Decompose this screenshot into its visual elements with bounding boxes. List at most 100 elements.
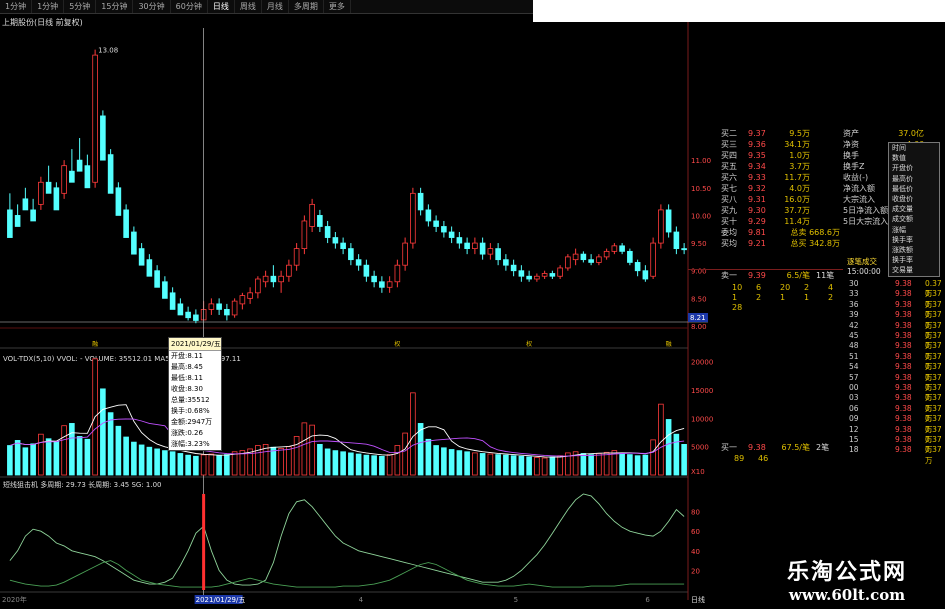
volume-bar <box>38 433 44 476</box>
candle <box>38 181 44 205</box>
tick-time: 03 <box>849 393 859 403</box>
candle <box>371 275 377 283</box>
context-menu-item[interactable]: 涨跌额 <box>889 245 939 255</box>
tick-price: 9.38 <box>895 320 912 330</box>
tick-price: 9.38 <box>895 351 912 361</box>
volume-bar <box>76 436 83 476</box>
tick-row: 51 9.38 0.37万 <box>845 351 945 371</box>
tick-price: 9.38 <box>895 383 912 392</box>
event-marker: 融 <box>666 340 672 348</box>
tooltip-row: 最高:8.45 <box>171 363 203 371</box>
indicator-axis-label: 40 <box>691 548 700 556</box>
candle <box>549 273 556 277</box>
context-menu-item[interactable]: 最高价 <box>889 174 939 184</box>
candle <box>76 159 83 172</box>
candle <box>456 237 463 244</box>
candle <box>503 259 509 266</box>
tooltip-row: 涨跌:0.26 <box>171 429 203 437</box>
tick-time: 30 <box>849 279 859 288</box>
candle <box>301 220 308 250</box>
tick-price: 9.38 <box>895 414 912 424</box>
candle <box>30 209 36 222</box>
volume-bar <box>448 449 455 476</box>
volume-bar <box>410 392 416 476</box>
sell1-price: 9.39 <box>748 271 766 280</box>
volume-bar <box>208 453 215 476</box>
candle <box>634 262 641 272</box>
metric-label: 净资 <box>843 140 859 149</box>
tick-time: 09 <box>849 414 859 424</box>
buy1-row: 买一 9.38 67.5/笔 2笔 <box>688 442 843 453</box>
candle <box>208 303 215 310</box>
volume-bar <box>348 452 354 476</box>
tick-row: 15 9.38 0.37万 <box>845 435 945 454</box>
context-menu-item[interactable]: 成交额 <box>889 214 939 224</box>
metric-row: 资产 37.0亿 <box>688 128 945 139</box>
candle <box>658 209 664 244</box>
candle <box>185 311 191 319</box>
volume-bar <box>619 452 625 476</box>
volume-bar <box>681 443 687 476</box>
volume-bar <box>107 412 114 476</box>
candle <box>115 187 122 216</box>
tick-row: 45 9.38 0.37万 <box>845 331 945 350</box>
sell1-count: 11笔 <box>816 271 835 280</box>
candle <box>278 275 284 283</box>
candle <box>255 278 261 294</box>
indicator-line-a <box>9 493 685 586</box>
context-menu[interactable]: 时间 数值 开盘价 最高价 最低价 收盘价 成交量 成交额 涨幅 换手率 涨跌额 换手率 交易量 <box>888 142 940 277</box>
volume-bar <box>425 438 432 476</box>
indicator-axis-label: 20 <box>691 567 700 575</box>
tick-time: 54 <box>849 362 859 372</box>
candle <box>565 256 571 269</box>
candle <box>45 181 52 194</box>
tooltip-row: 开盘:8.11 <box>171 352 203 360</box>
candle <box>627 250 633 263</box>
tick-price: 9.38 <box>895 445 912 455</box>
tick-row: 57 9.38 0.37万 <box>845 373 945 392</box>
context-menu-item[interactable]: 开盘价 <box>889 163 939 173</box>
indicator-line-b <box>9 560 685 588</box>
volume-bar <box>650 439 656 476</box>
watermark-url: www.60lt.com <box>788 586 906 604</box>
event-marker: 权 <box>526 340 532 348</box>
candle <box>425 209 432 222</box>
tick-price: 9.38 <box>895 279 912 288</box>
context-menu-item[interactable]: 时间 <box>889 143 939 153</box>
context-menu-item[interactable]: 收盘价 <box>889 194 939 204</box>
volume-bar <box>355 453 362 476</box>
sell1-volume: 6.5/笔 <box>786 271 810 280</box>
volume-bar <box>503 454 509 476</box>
candle <box>270 275 277 283</box>
context-menu-item[interactable]: 换手率 <box>889 235 939 245</box>
context-menu-item[interactable]: 数值 <box>889 153 939 163</box>
candle <box>169 292 176 310</box>
metric-label: 换手 <box>843 151 859 160</box>
candle <box>146 259 153 277</box>
context-menu-item[interactable]: 涨幅 <box>889 225 939 235</box>
volume-bar <box>193 455 199 476</box>
volume-bar <box>464 451 470 476</box>
context-menu-item[interactable]: 最低价 <box>889 184 939 194</box>
order-volume: 总买 342.8万 <box>790 239 840 248</box>
buy1-count: 2笔 <box>816 443 830 452</box>
metric-value: 37.0亿 <box>898 129 924 138</box>
volume-bar <box>394 445 401 476</box>
volume-bar <box>162 450 168 476</box>
candle <box>479 242 486 255</box>
tick-list-time: 15:00:00 <box>847 267 881 276</box>
volume-bar <box>286 446 292 476</box>
candle <box>596 256 602 263</box>
high-label: 13.08 <box>98 47 118 55</box>
watermark: 乐淘公式网 www.60lt.com <box>749 548 945 609</box>
volume-bar <box>7 445 13 476</box>
candle <box>131 231 137 255</box>
date-axis-label: 2020年 <box>2 595 27 604</box>
candle <box>69 170 75 183</box>
order-volume: 总卖 668.6万 <box>790 228 840 237</box>
tick-row: 48 9.38 0.37万 <box>845 341 945 360</box>
volume-bar <box>293 436 300 476</box>
tooltip-row: 换手:0.68% <box>171 407 210 415</box>
tick-time: 15 <box>849 435 859 444</box>
context-menu-item[interactable]: 成交量 <box>889 204 939 214</box>
